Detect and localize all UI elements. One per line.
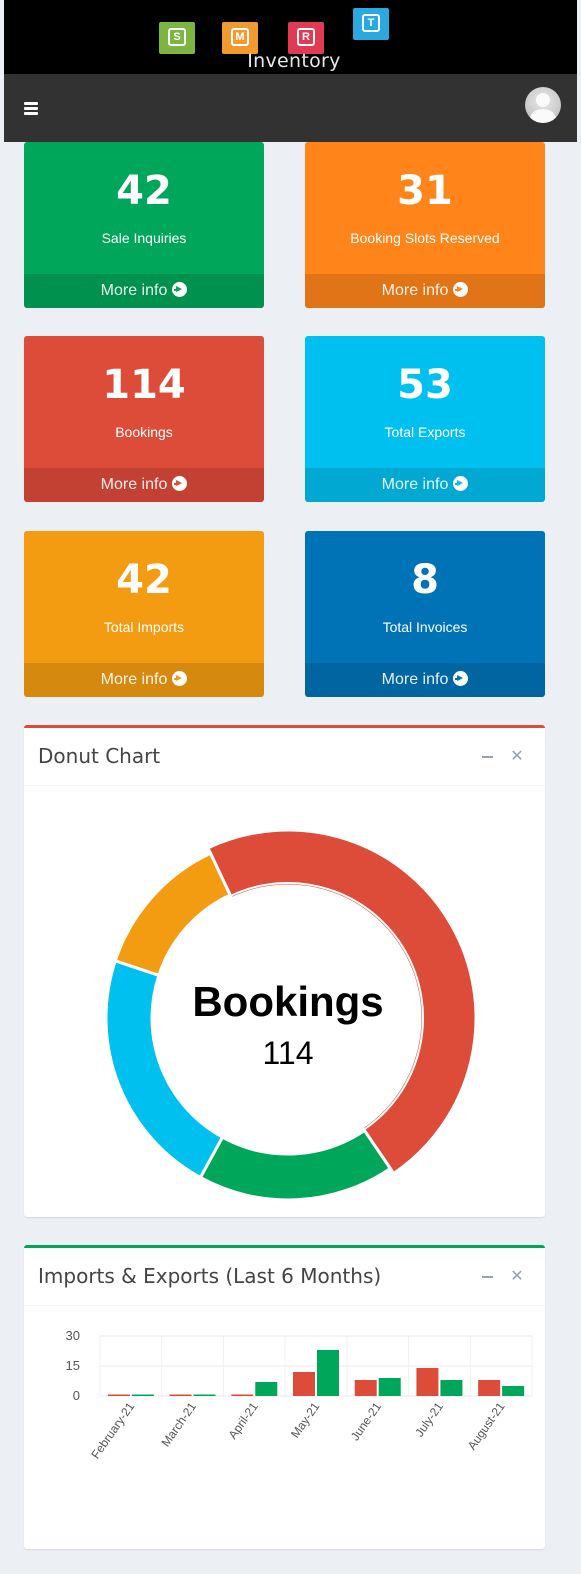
more-info-link[interactable]: More info [305,274,545,308]
bar[interactable] [255,1382,278,1396]
bar-chart: 0 15 30 February-21 March-21 April-21 May-21 Ju… [66,1328,533,1461]
bar[interactable] [107,1394,130,1397]
logo-letter: T [362,14,380,32]
donut-chart: Bookings 114 [104,828,478,1202]
more-info-link[interactable]: More info [305,468,545,502]
logo-s-icon: S [159,22,195,54]
top-navbar [4,74,577,142]
tile-label: Total Imports [103,619,185,635]
logo-letter: S [168,28,186,46]
x-tick-label: May-21 [288,1399,323,1440]
panel-header: Donut Chart ✕ [24,728,545,786]
panel-tools: ✕ [465,1268,525,1288]
logo-letter: R [297,28,315,46]
tile-label: Total Exports [384,424,466,440]
bar[interactable] [231,1394,254,1397]
tile-total-exports: 53 Total Exports More info [305,336,545,502]
tile-sale-inquiries: 42 Sale Inquiries More info [24,142,264,308]
x-tick-label: August-21 [465,1399,508,1452]
arrow-circle-right-icon [453,671,469,686]
brand-header: S M R T Inventory [4,0,577,74]
donut-slice-booking-slots-reserved[interactable] [113,851,233,978]
minus-icon[interactable] [479,748,495,766]
tile-value: 42 [116,557,172,603]
hamburger-icon[interactable] [24,102,38,115]
arrow-circle-right-icon [172,476,188,491]
bar[interactable] [131,1394,154,1397]
logo-letter: M [231,28,249,46]
tile-value: 42 [116,168,172,214]
y-tick-label: 30 [66,1328,80,1343]
x-tick-label: June-21 [348,1399,385,1443]
more-info-link[interactable]: More info [24,663,264,697]
more-info-link[interactable]: More info [24,274,264,308]
bar[interactable] [354,1380,377,1396]
bar[interactable] [193,1394,216,1397]
y-tick-label: 0 [73,1388,80,1403]
donut-center-value: 114 [262,1035,313,1071]
tile-value: 53 [397,362,453,408]
x-tick-label: July-21 [412,1399,446,1439]
arrow-circle-right-icon [172,282,188,297]
tile-booking-slots-reserved: 31 Booking Slots Reserved More info [305,142,545,308]
bar[interactable] [293,1372,315,1396]
bar[interactable] [416,1368,439,1396]
more-info-link[interactable]: More info [305,663,545,697]
x-tick-label: April-21 [226,1399,261,1441]
x-tick-label: February-21 [88,1399,137,1461]
user-avatar-icon[interactable] [525,87,561,123]
tile-label: Bookings [115,424,173,440]
x-tick-label: March-21 [158,1399,199,1449]
arrow-circle-right-icon [453,476,469,491]
arrow-circle-right-icon [453,282,469,297]
bar[interactable] [317,1350,339,1396]
bar[interactable] [478,1380,501,1396]
tile-total-invoices: 8 Total Invoices More info [305,531,545,697]
arrow-circle-right-icon [172,671,188,686]
close-icon[interactable]: ✕ [509,1268,525,1286]
tile-label: Booking Slots Reserved [350,230,500,246]
panel-title: Imports & Exports (Last 6 Months) [38,1264,382,1288]
tile-label: Total Invoices [382,619,468,635]
tile-bookings: 114 Bookings More info [24,336,264,502]
bar[interactable] [169,1394,192,1397]
bar[interactable] [378,1378,401,1396]
logo-t-icon: T [353,8,389,40]
tile-value: 8 [411,557,439,603]
bar[interactable] [440,1380,463,1396]
app-logo[interactable]: S M R T Inventory [4,0,577,74]
tile-total-imports: 42 Total Imports More info [24,531,264,697]
minus-icon[interactable] [479,1268,495,1286]
tile-value: 31 [397,168,453,214]
panel-title: Donut Chart [38,744,161,768]
donut-chart-panel: Donut Chart ✕ Bookings 114 [24,725,545,1217]
y-tick-label: 15 [66,1358,80,1373]
imports-exports-panel: Imports & Exports (Last 6 Months) ✕ 0 15 3… [24,1245,545,1549]
bar[interactable] [502,1386,525,1396]
more-info-link[interactable]: More info [24,468,264,502]
donut-center-label: Bookings [192,978,383,1025]
app-name: Inventory [247,50,341,72]
panel-tools: ✕ [465,748,525,768]
donut-slice-sale-inquiries[interactable] [198,1128,393,1202]
tile-label: Sale Inquiries [101,230,187,246]
tile-value: 114 [102,362,186,408]
close-icon[interactable]: ✕ [509,748,525,766]
panel-header: Imports & Exports (Last 6 Months) ✕ [24,1248,545,1306]
